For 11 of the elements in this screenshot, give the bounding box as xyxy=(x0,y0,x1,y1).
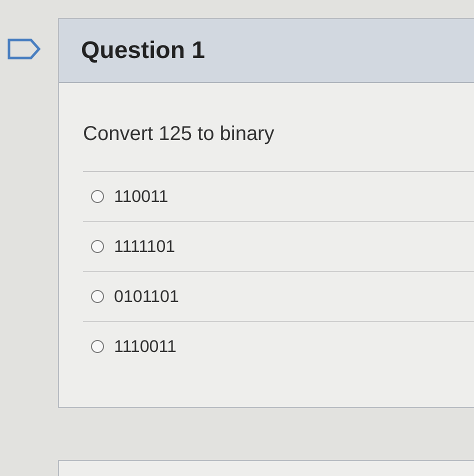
question-title: Question 1 xyxy=(81,36,206,64)
radio-button[interactable] xyxy=(91,190,104,203)
option-label[interactable]: 110011 xyxy=(114,186,168,206)
option-label[interactable]: 1111101 xyxy=(114,236,176,256)
flag-icon[interactable] xyxy=(7,38,41,60)
option-label[interactable]: 1110011 xyxy=(114,336,176,356)
radio-button[interactable] xyxy=(91,340,104,353)
option-label[interactable]: 0101101 xyxy=(114,286,179,306)
question-text: Convert 125 to binary xyxy=(83,123,276,147)
radio-button[interactable] xyxy=(91,240,104,253)
radio-button[interactable] xyxy=(91,290,104,303)
